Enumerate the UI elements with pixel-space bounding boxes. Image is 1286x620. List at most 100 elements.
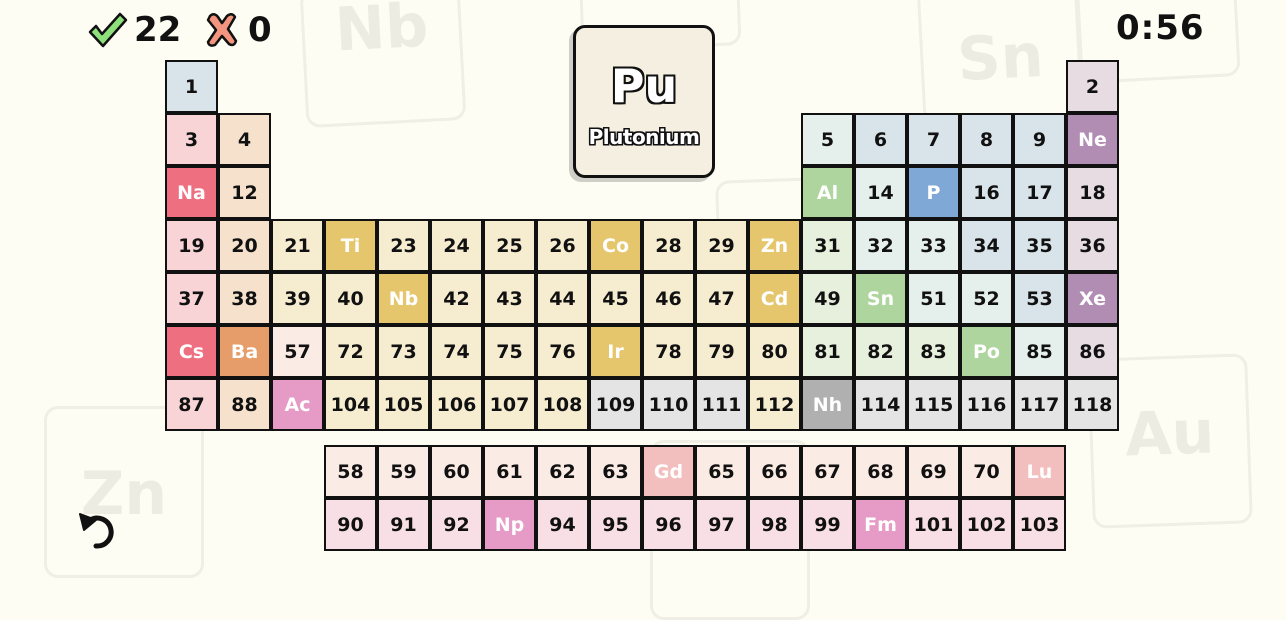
element-cell[interactable]: 104 (324, 378, 377, 431)
element-cell-solved[interactable]: Np (483, 498, 536, 551)
element-cell[interactable]: 38 (218, 272, 271, 325)
element-cell[interactable]: 81 (801, 325, 854, 378)
element-cell[interactable]: 26 (536, 219, 589, 272)
element-cell[interactable]: 37 (165, 272, 218, 325)
element-cell[interactable]: 115 (907, 378, 960, 431)
element-cell-solved[interactable]: Na (165, 166, 218, 219)
element-cell[interactable]: 58 (324, 445, 377, 498)
element-cell[interactable]: 107 (483, 378, 536, 431)
element-cell-solved[interactable]: Ti (324, 219, 377, 272)
element-cell[interactable]: 75 (483, 325, 536, 378)
element-cell[interactable]: 47 (695, 272, 748, 325)
element-cell[interactable]: 106 (430, 378, 483, 431)
element-cell[interactable]: 96 (642, 498, 695, 551)
element-cell[interactable]: 97 (695, 498, 748, 551)
element-cell[interactable]: 87 (165, 378, 218, 431)
element-cell[interactable]: 85 (1013, 325, 1066, 378)
element-cell[interactable]: 69 (907, 445, 960, 498)
element-cell[interactable]: 24 (430, 219, 483, 272)
element-cell[interactable]: 102 (960, 498, 1013, 551)
element-cell-solved[interactable]: Zn (748, 219, 801, 272)
undo-button[interactable] (76, 508, 122, 556)
element-cell[interactable]: 14 (854, 166, 907, 219)
element-cell-solved[interactable]: Ir (589, 325, 642, 378)
element-cell[interactable]: 117 (1013, 378, 1066, 431)
element-cell[interactable]: 70 (960, 445, 1013, 498)
element-cell[interactable]: 21 (271, 219, 324, 272)
element-cell[interactable]: 63 (589, 445, 642, 498)
element-cell[interactable]: 1 (165, 60, 218, 113)
element-cell-solved[interactable]: Nh (801, 378, 854, 431)
element-cell[interactable]: 62 (536, 445, 589, 498)
element-cell[interactable]: 72 (324, 325, 377, 378)
element-cell[interactable]: 9 (1013, 113, 1066, 166)
element-cell[interactable]: 23 (377, 219, 430, 272)
element-cell[interactable]: 53 (1013, 272, 1066, 325)
element-cell-solved[interactable]: Xe (1066, 272, 1119, 325)
element-cell[interactable]: 116 (960, 378, 1013, 431)
element-cell[interactable]: 91 (377, 498, 430, 551)
element-cell[interactable]: 61 (483, 445, 536, 498)
element-cell[interactable]: 36 (1066, 219, 1119, 272)
element-cell[interactable]: 94 (536, 498, 589, 551)
element-cell[interactable]: 98 (748, 498, 801, 551)
element-cell[interactable]: 108 (536, 378, 589, 431)
element-cell-solved[interactable]: P (907, 166, 960, 219)
element-cell[interactable]: 99 (801, 498, 854, 551)
element-cell[interactable]: 82 (854, 325, 907, 378)
element-cell-solved[interactable]: Gd (642, 445, 695, 498)
element-cell[interactable]: 18 (1066, 166, 1119, 219)
element-cell[interactable]: 40 (324, 272, 377, 325)
element-cell[interactable]: 101 (907, 498, 960, 551)
element-cell[interactable]: 16 (960, 166, 1013, 219)
element-cell[interactable]: 111 (695, 378, 748, 431)
element-cell[interactable]: 45 (589, 272, 642, 325)
element-cell[interactable]: 76 (536, 325, 589, 378)
element-cell[interactable]: 19 (165, 219, 218, 272)
element-cell[interactable]: 110 (642, 378, 695, 431)
element-cell-solved[interactable]: Lu (1013, 445, 1066, 498)
element-cell[interactable]: 4 (218, 113, 271, 166)
element-cell[interactable]: 35 (1013, 219, 1066, 272)
element-cell[interactable]: 17 (1013, 166, 1066, 219)
element-cell[interactable]: 65 (695, 445, 748, 498)
element-cell[interactable]: 33 (907, 219, 960, 272)
element-cell[interactable]: 103 (1013, 498, 1066, 551)
element-cell[interactable]: 66 (748, 445, 801, 498)
element-cell[interactable]: 46 (642, 272, 695, 325)
element-cell[interactable]: 105 (377, 378, 430, 431)
element-cell-solved[interactable]: Ac (271, 378, 324, 431)
element-cell[interactable]: 52 (960, 272, 1013, 325)
element-cell[interactable]: 57 (271, 325, 324, 378)
element-cell[interactable]: 92 (430, 498, 483, 551)
element-cell[interactable]: 118 (1066, 378, 1119, 431)
element-cell-solved[interactable]: Nb (377, 272, 430, 325)
element-cell-solved[interactable]: Ba (218, 325, 271, 378)
element-cell-solved[interactable]: Ne (1066, 113, 1119, 166)
element-cell[interactable]: 74 (430, 325, 483, 378)
element-cell[interactable]: 112 (748, 378, 801, 431)
element-cell[interactable]: 25 (483, 219, 536, 272)
element-cell[interactable]: 5 (801, 113, 854, 166)
element-cell[interactable]: 44 (536, 272, 589, 325)
element-cell-solved[interactable]: Sn (854, 272, 907, 325)
element-cell[interactable]: 86 (1066, 325, 1119, 378)
element-cell[interactable]: 73 (377, 325, 430, 378)
element-cell[interactable]: 32 (854, 219, 907, 272)
element-cell[interactable]: 6 (854, 113, 907, 166)
element-cell-solved[interactable]: Fm (854, 498, 907, 551)
element-cell[interactable]: 80 (748, 325, 801, 378)
element-cell[interactable]: 7 (907, 113, 960, 166)
element-cell[interactable]: 83 (907, 325, 960, 378)
element-cell[interactable]: 34 (960, 219, 1013, 272)
element-cell[interactable]: 67 (801, 445, 854, 498)
element-cell-solved[interactable]: Cd (748, 272, 801, 325)
element-cell[interactable]: 90 (324, 498, 377, 551)
element-cell-solved[interactable]: Po (960, 325, 1013, 378)
element-cell[interactable]: 78 (642, 325, 695, 378)
element-cell[interactable]: 12 (218, 166, 271, 219)
element-cell[interactable]: 39 (271, 272, 324, 325)
element-cell[interactable]: 2 (1066, 60, 1119, 113)
element-cell-solved[interactable]: Cs (165, 325, 218, 378)
element-cell[interactable]: 88 (218, 378, 271, 431)
